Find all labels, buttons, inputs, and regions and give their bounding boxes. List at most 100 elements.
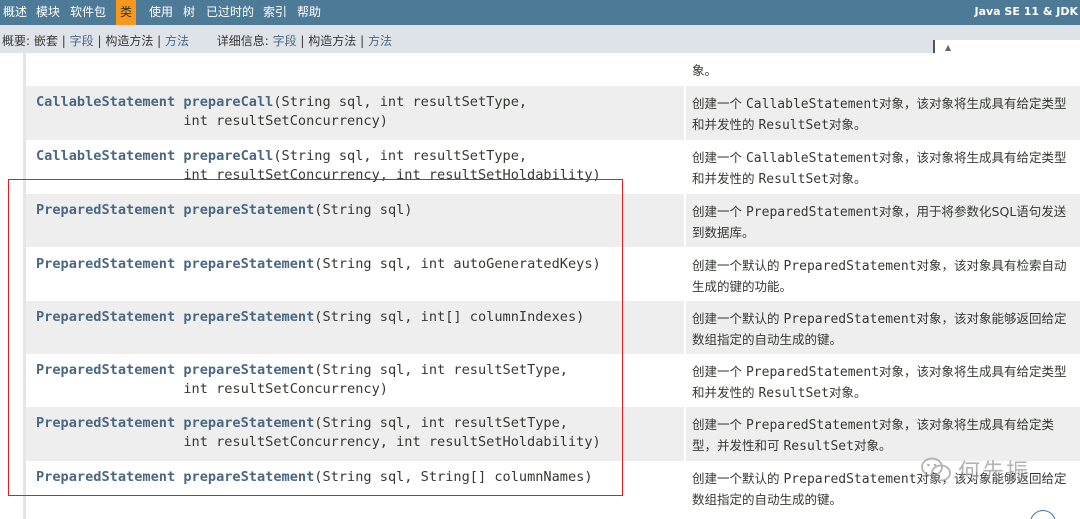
detail-field-link[interactable]: 字段 [273,34,297,48]
description-code: PreparedStatement [783,259,917,274]
method-signature: CallableStatement prepareCall(String sql… [36,93,527,130]
method-params: (String sql, int resultSetType, [273,94,528,110]
method-name-link[interactable]: prepareStatement [183,415,314,431]
description-text: 对象。 [853,437,892,453]
return-type-link[interactable]: PreparedStatement [36,469,175,485]
watermark: 何先振 [920,452,1030,488]
nav-class-active[interactable]: 类 [116,0,137,25]
method-params: (String sql, String[] columnNames) [314,469,593,485]
table-row: PreparedStatement prepareStatement(Strin… [26,354,1080,407]
description-text: 创建一个 [692,204,746,219]
return-type-link[interactable]: PreparedStatement [36,256,175,272]
method-params: (String sql, int resultSetType, [314,415,568,431]
column-divider [684,407,686,461]
nav-deprecated[interactable]: 已过时的 [206,0,254,25]
separator: | [300,34,305,48]
description-code: ResultSet [758,117,829,133]
return-type-link[interactable]: PreparedStatement [36,202,175,218]
separator: | [61,34,66,48]
method-description: 创建一个 PreparedStatement对象，用于将参数化SQL语句发送到数… [692,202,1070,242]
return-type-link[interactable]: PreparedStatement [36,415,175,431]
method-description: 创建一个默认的 PreparedStatement对象，该对象能够返回给定数组指… [692,309,1070,349]
method-signature: PreparedStatement prepareStatement(Strin… [36,414,601,451]
nav-help[interactable]: 帮助 [297,0,321,25]
summary-method-link[interactable]: 方法 [165,34,189,48]
method-name-link[interactable]: prepareCall [183,148,273,164]
description-code: PreparedStatement [745,365,880,380]
method-signature: CallableStatement prepareCall(String sql… [36,147,601,184]
method-name-link[interactable]: prepareStatement [183,309,314,325]
summary-nested: 嵌套 [33,34,58,48]
return-type-link[interactable]: PreparedStatement [36,362,175,378]
table-row: PreparedStatement prepareStatement(Strin… [26,194,1080,247]
return-type-link[interactable]: CallableStatement [36,94,175,110]
method-description: 象。 [692,63,718,78]
description-code: ResultSet [758,385,829,401]
method-name-link[interactable]: prepareStatement [183,256,314,272]
sub-nav-bar: 概要: 嵌套 | 字段 | 构造方法 | 方法 详细信息: 字段 | 构造方法 … [0,25,1080,53]
description-code: CallableStatement [745,97,880,112]
nav-tree[interactable]: 树 [183,0,195,25]
method-params: (String sql, int resultSetType, [273,148,528,164]
summary-field-link[interactable]: 字段 [70,34,94,48]
brand-label: Java SE 11 & JDK [974,5,1078,18]
nav-use[interactable]: 使用 [149,0,173,25]
table-row: CallableStatement prepareCall(String sql… [26,86,1080,140]
column-divider [684,354,686,407]
summary-label: 概要: [2,34,31,48]
return-type-link[interactable]: PreparedStatement [36,309,175,325]
method-params-continued: int resultSetConcurrency) [183,112,388,129]
description-text: 创建一个 [692,150,746,165]
method-description: 创建一个 CallableStatement对象，该对象将生成具有给定类型和并发… [692,94,1070,135]
top-nav-bar: 概述 模块 软件包 类 使用 树 已过时的 索引 帮助 Java SE 11 &… [0,0,1080,25]
method-signature: PreparedStatement prepareStatement(Strin… [36,468,593,487]
method-name-link[interactable]: prepareStatement [183,362,314,378]
method-name-link[interactable]: prepareCall [183,94,273,110]
table-row: PreparedStatement prepareStatement(Strin… [26,248,1080,301]
nav-overview[interactable]: 概述 [3,0,27,25]
description-code: PreparedStatement [783,312,917,327]
method-description: 创建一个 PreparedStatement对象，该对象将生成具有给定类型，并发… [692,415,1070,456]
method-params-continued: int resultSetConcurrency, int resultSetH… [183,166,601,183]
detail-method-link[interactable]: 方法 [368,34,392,48]
nav-package[interactable]: 软件包 [70,0,106,25]
detail-label: 详细信息: [216,34,269,48]
description-text: 创建一个默认的 [692,471,784,486]
column-divider [684,461,686,515]
description-text: 创建一个 [692,417,746,432]
method-params: (String sql, int[] columnIndexes) [314,309,585,325]
description-text: 对象。 [828,384,867,400]
return-type-link[interactable]: CallableStatement [36,148,175,164]
description-code: ResultSet [783,438,854,454]
nav-module[interactable]: 模块 [36,0,60,25]
separator: | [97,34,102,48]
separator: | [157,34,162,48]
method-params-continued: int resultSetConcurrency) [183,380,388,397]
search-caret-icon: ▲ [945,43,952,52]
description-code: ResultSet [758,171,829,187]
detail-constructor: 构造方法 [308,34,357,48]
method-signature: PreparedStatement prepareStatement(Strin… [36,308,584,327]
method-summary-table: 象。 CallableStatement prepareCall(String … [26,53,1080,519]
description-text: 创建一个默认的 [692,258,784,273]
column-divider [684,194,686,247]
method-name-link[interactable]: prepareStatement [183,202,314,218]
watermark-text: 何先振 [958,460,1031,485]
left-margin [0,53,23,519]
description-code: CallableStatement [745,151,880,166]
method-name-link[interactable]: prepareStatement [183,469,314,485]
description-text: 对象。 [828,116,867,132]
method-params: (String sql) [314,202,413,218]
column-divider [684,140,686,194]
description-code: PreparedStatement [745,418,880,433]
description-text: 创建一个 [692,96,746,111]
column-divider [684,248,686,301]
method-description: 创建一个 CallableStatement对象，该对象将生成具有给定类型和并发… [692,148,1070,189]
column-divider [684,86,686,140]
description-code: PreparedStatement [745,205,880,220]
table-row: PreparedStatement prepareStatement(Strin… [26,301,1080,354]
table-row-partial: 象。 [26,53,1080,86]
nav-index[interactable]: 索引 [263,0,287,25]
method-params-continued: int resultSetConcurrency, int resultSetH… [183,433,601,450]
description-text: 创建一个默认的 [692,311,784,326]
